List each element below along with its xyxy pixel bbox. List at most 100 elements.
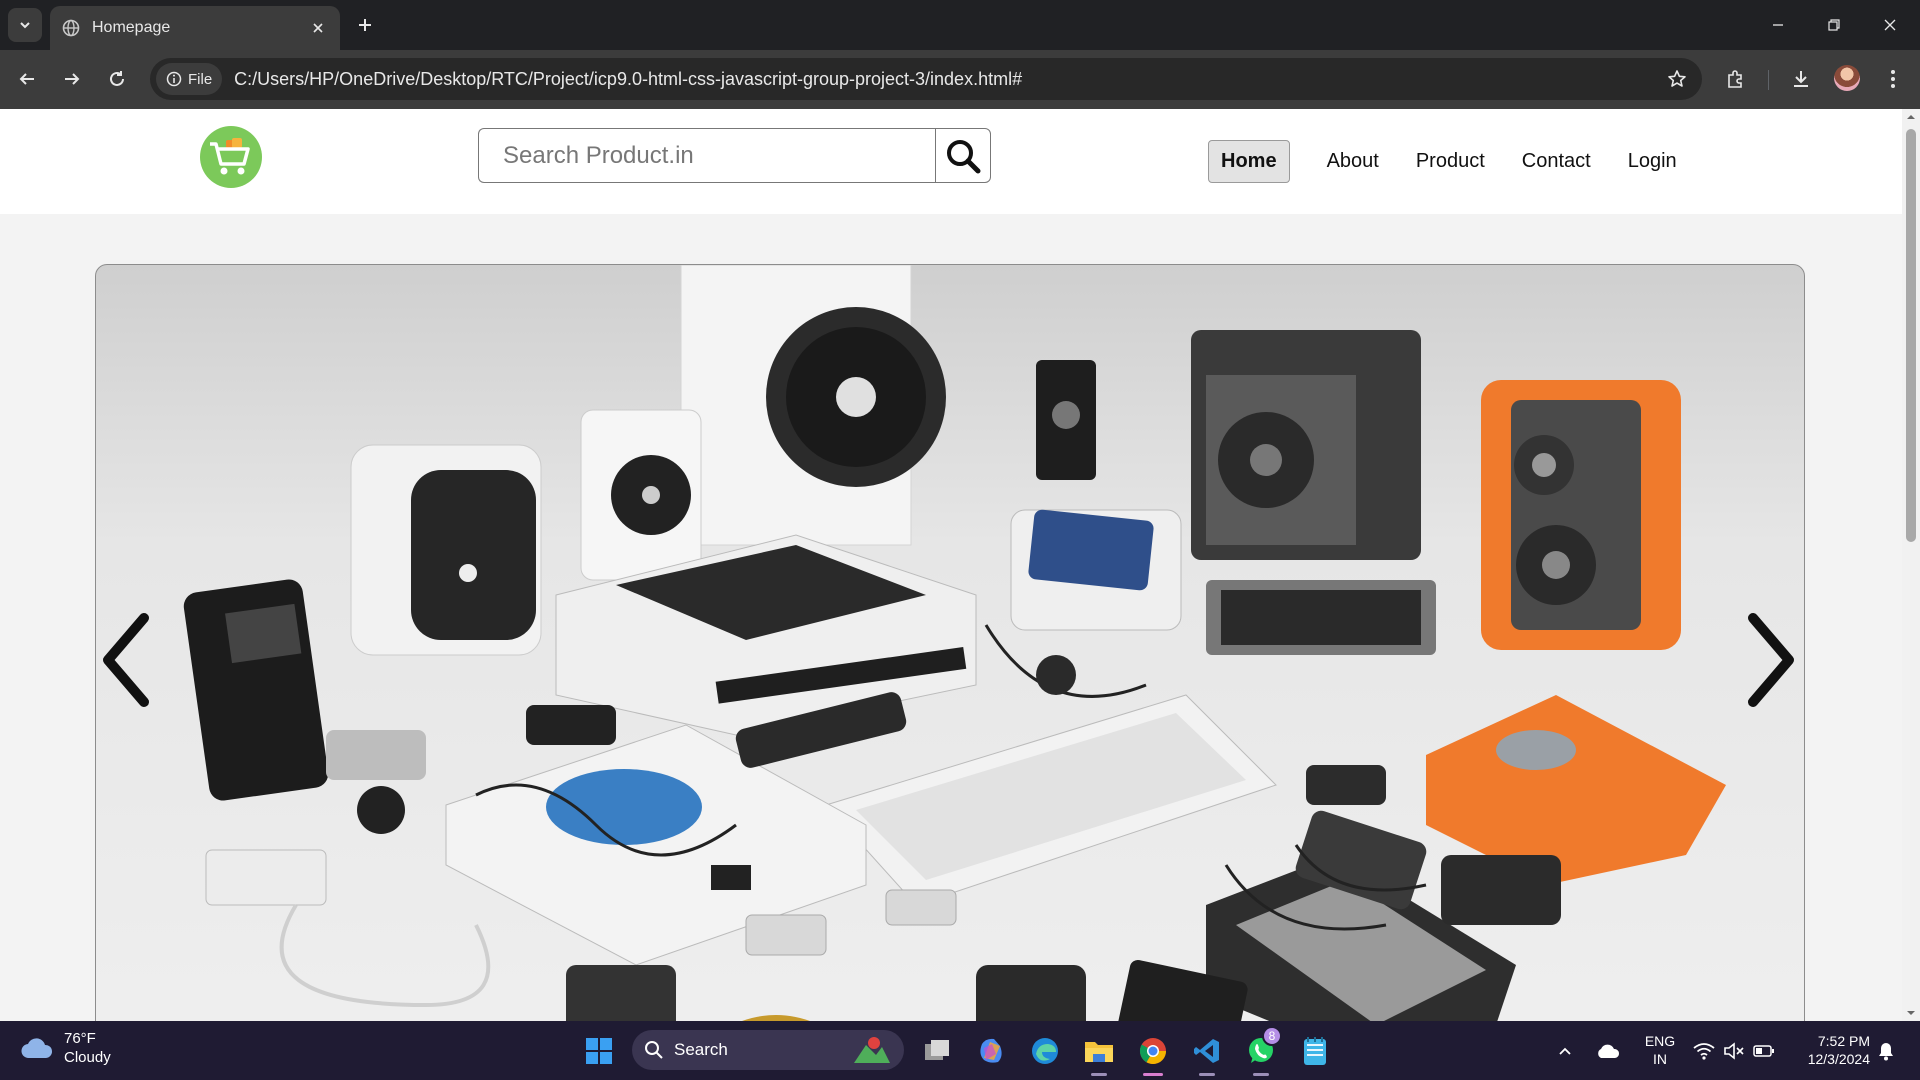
puzzle-icon [1728,70,1742,88]
site-logo[interactable] [200,126,262,188]
folder-icon [1085,1042,1113,1062]
browser-toolbar: File C:/Users/HP/OneDrive/Desktop/RTC/Pr… [0,50,1920,109]
weather-temp: 76°F [64,1030,96,1047]
weather-desc: Cloudy [64,1049,111,1066]
taskbar-whatsapp[interactable]: 8 [1242,1026,1282,1076]
new-tab-button[interactable] [352,12,378,38]
windows-taskbar: 76°F Cloudy Search 8 ENG IN 7:52 PM 12/3… [0,1021,1920,1080]
scroll-up-icon[interactable] [1902,111,1920,123]
running-indicator [1091,1073,1107,1076]
shopping-cart-icon [210,138,250,175]
onedrive-tray[interactable] [1592,1032,1624,1070]
clock-time: 7:52 PM [1817,1033,1870,1049]
downloads-button[interactable] [1784,62,1818,96]
vscode-icon [1194,1039,1219,1063]
search-button[interactable] [935,128,991,183]
main-nav: Home About Product Contact Login [1208,140,1714,183]
task-view-icon [925,1040,949,1060]
wifi-icon [1693,1043,1715,1060]
browser-tab[interactable]: Homepage [50,6,340,50]
product-search [478,128,991,183]
clock-date: 12/3/2024 [1807,1051,1870,1067]
notifications-button[interactable] [1872,1032,1900,1070]
electronics-slide-image [183,265,1726,1021]
active-indicator [1143,1073,1163,1076]
copilot-icon [980,1038,1002,1063]
notepad-icon [1304,1037,1326,1065]
running-indicator [1253,1073,1269,1076]
forward-button[interactable] [55,62,89,96]
nav-product[interactable]: Product [1416,140,1485,183]
browser-tab-strip: Homepage [0,0,1920,50]
search-icon [947,139,981,173]
clock[interactable]: 7:52 PM 12/3/2024 [1790,1032,1870,1068]
battery-icon [1753,1045,1774,1057]
language-indicator[interactable]: ENG IN [1642,1032,1678,1068]
plus-icon [359,19,371,31]
taskbar-search[interactable]: Search [632,1030,904,1070]
arrow-left-icon [19,73,34,85]
taskbar-chrome[interactable] [1134,1032,1172,1076]
address-bar[interactable]: File C:/Users/HP/OneDrive/Desktop/RTC/Pr… [150,58,1702,100]
edge-browser-icon [1032,1038,1058,1064]
start-button[interactable] [580,1032,618,1070]
taskbar-task-view[interactable] [918,1032,956,1070]
chevron-down-icon [20,22,30,29]
bookmark-star-icon[interactable] [1664,66,1690,92]
language-code: ENG [1644,1033,1676,1049]
info-icon [166,71,182,87]
onedrive-cloud-icon [1598,1044,1620,1058]
cloud-icon [21,1038,53,1059]
url-text[interactable]: C:/Users/HP/OneDrive/Desktop/RTC/Project… [234,69,1022,90]
browser-menu-button[interactable] [1876,62,1910,96]
chevron-left-icon [103,613,149,707]
restore-icon [1828,19,1840,31]
taskbar-search-label: Search [674,1040,728,1059]
volume-tray[interactable] [1720,1032,1748,1070]
profile-avatar[interactable] [1834,65,1860,91]
url-scheme-label: File [188,70,213,88]
taskbar-notepad[interactable] [1296,1032,1334,1070]
taskbar-copilot[interactable] [972,1032,1010,1070]
site-info-chip[interactable]: File [156,63,223,95]
nav-login[interactable]: Login [1628,140,1677,183]
nav-home[interactable]: Home [1208,140,1290,183]
taskbar-vscode[interactable] [1188,1032,1226,1076]
scrollbar-thumb[interactable] [1906,129,1916,542]
search-icon [645,1041,663,1059]
tab-search-button[interactable] [8,8,42,42]
running-indicator [1199,1073,1215,1076]
battery-tray[interactable] [1750,1032,1778,1070]
nav-contact[interactable]: Contact [1522,140,1591,183]
wifi-tray[interactable] [1690,1032,1718,1070]
extensions-button[interactable] [1718,62,1752,96]
restore-button[interactable] [1806,0,1862,50]
reload-button[interactable] [100,62,134,96]
minimize-icon [1773,24,1783,26]
weather-widget[interactable]: 76°F Cloudy [20,1029,111,1067]
slider-next-button[interactable] [1741,605,1801,715]
more-vertical-icon [1891,70,1895,88]
close-window-button[interactable] [1862,0,1918,50]
back-button[interactable] [10,62,44,96]
scroll-down-icon[interactable] [1902,1007,1920,1019]
windows-logo-icon [586,1038,612,1064]
nav-about[interactable]: About [1327,140,1379,183]
chrome-icon [1139,1038,1167,1065]
reload-icon [110,71,124,86]
language-region: IN [1653,1051,1667,1067]
taskbar-edge[interactable] [1026,1032,1064,1070]
tab-close-icon[interactable] [308,18,328,38]
bell-icon [1879,1043,1893,1061]
search-input[interactable] [478,128,935,183]
hero-slider [95,264,1805,1021]
page-scrollbar[interactable] [1902,109,1920,1021]
search-highlight-icon [854,1037,890,1063]
show-hidden-icons[interactable] [1551,1032,1579,1070]
web-page: Home About Product Contact Login [0,109,1902,1021]
download-icon [1794,71,1808,87]
minimize-button[interactable] [1750,0,1806,50]
slider-prev-button[interactable] [96,605,156,715]
taskbar-file-explorer[interactable] [1080,1032,1118,1076]
notification-badge: 8 [1262,1026,1282,1046]
